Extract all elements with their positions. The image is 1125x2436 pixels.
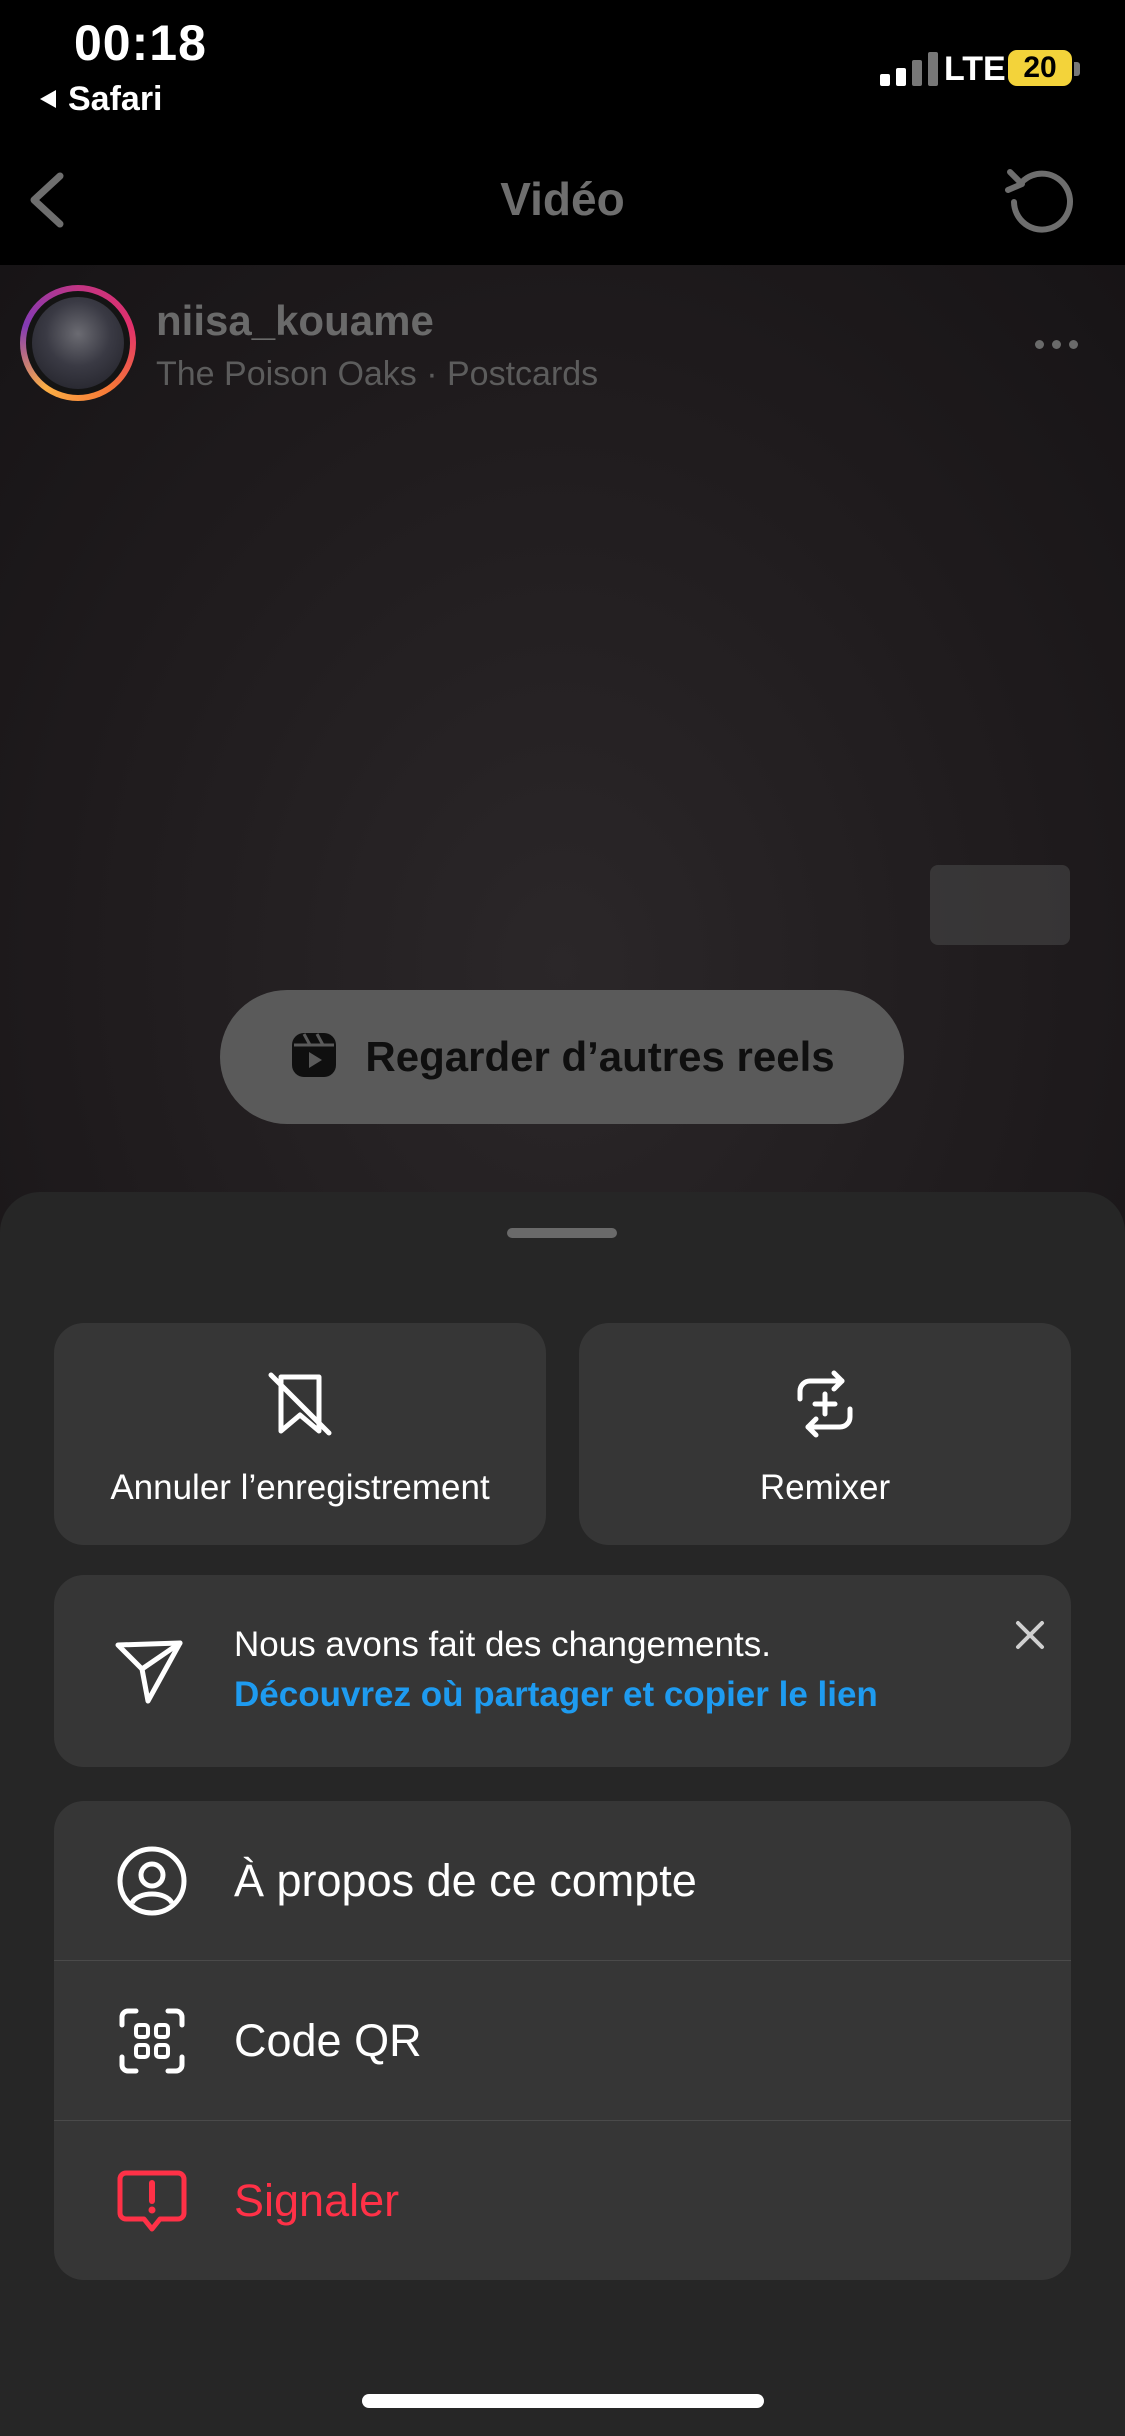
network-label: LTE [944,50,1006,88]
remix-icon [579,1369,1071,1439]
menu-item-label: Code QR [234,2014,422,2066]
unsave-label: Annuler l’enregistrement [110,1468,490,1507]
back-triangle-icon [38,80,58,119]
notice-link[interactable]: Découvrez où partager et copier le lien [234,1675,878,1715]
share-notice-banner[interactable]: Nous avons fait des changements. Découvr… [54,1575,1071,1767]
username[interactable]: niisa_kouame [156,297,434,345]
refresh-icon[interactable] [1000,162,1080,242]
watch-more-reels-label: Regarder d’autres reels [365,1033,835,1080]
qr-code-icon [114,2003,190,2079]
battery-tip [1074,62,1080,76]
home-indicator[interactable] [362,2394,764,2408]
notice-text: Nous avons fait des changements. [234,1625,771,1664]
status-time: 00:18 [74,15,207,71]
options-menu: À propos de ce compte Code QR Signaler [54,1801,1071,2280]
menu-item-report[interactable]: Signaler [54,2121,1071,2280]
video-player[interactable]: niisa_kouame The Poison Oaks · Postcards… [0,265,1125,1265]
more-options-icon[interactable] [1035,340,1078,349]
remix-label: Remixer [759,1468,891,1507]
report-icon [114,2163,190,2239]
nav-bar: Vidéo [0,130,1125,265]
menu-item-qr-code[interactable]: Code QR [54,1961,1071,2120]
sheet-handle[interactable] [507,1228,617,1238]
unsave-bookmark-icon [54,1369,546,1439]
signal-icon [880,50,938,86]
video-frame-detail [930,865,1070,945]
watch-more-reels-button[interactable]: Regarder d’autres reels [220,990,904,1124]
menu-item-about-account[interactable]: À propos de ce compte [54,1801,1071,1960]
menu-item-label: À propos de ce compte [234,1854,697,1906]
options-sheet: Annuler l’enregistrement Remixer Nous av… [0,1192,1125,2436]
page-title: Vidéo [500,173,625,225]
back-app-label: Safari [68,80,163,118]
back-to-app-link[interactable]: Safari [38,80,163,119]
status-bar: 00:18 Safari LTE 20 [0,0,1125,130]
account-circle-icon [114,1843,190,1919]
audio-label[interactable]: The Poison Oaks · Postcards [156,355,598,394]
unsave-button[interactable]: Annuler l’enregistrement [54,1323,546,1545]
avatar-image [32,297,124,389]
battery-icon: 20 [1008,50,1072,86]
menu-item-label: Signaler [234,2174,400,2226]
close-icon[interactable] [1010,1615,1050,1655]
reels-icon [289,1030,339,1085]
avatar[interactable] [20,285,136,401]
paper-plane-icon [114,1637,184,1710]
remix-button[interactable]: Remixer [579,1323,1071,1545]
